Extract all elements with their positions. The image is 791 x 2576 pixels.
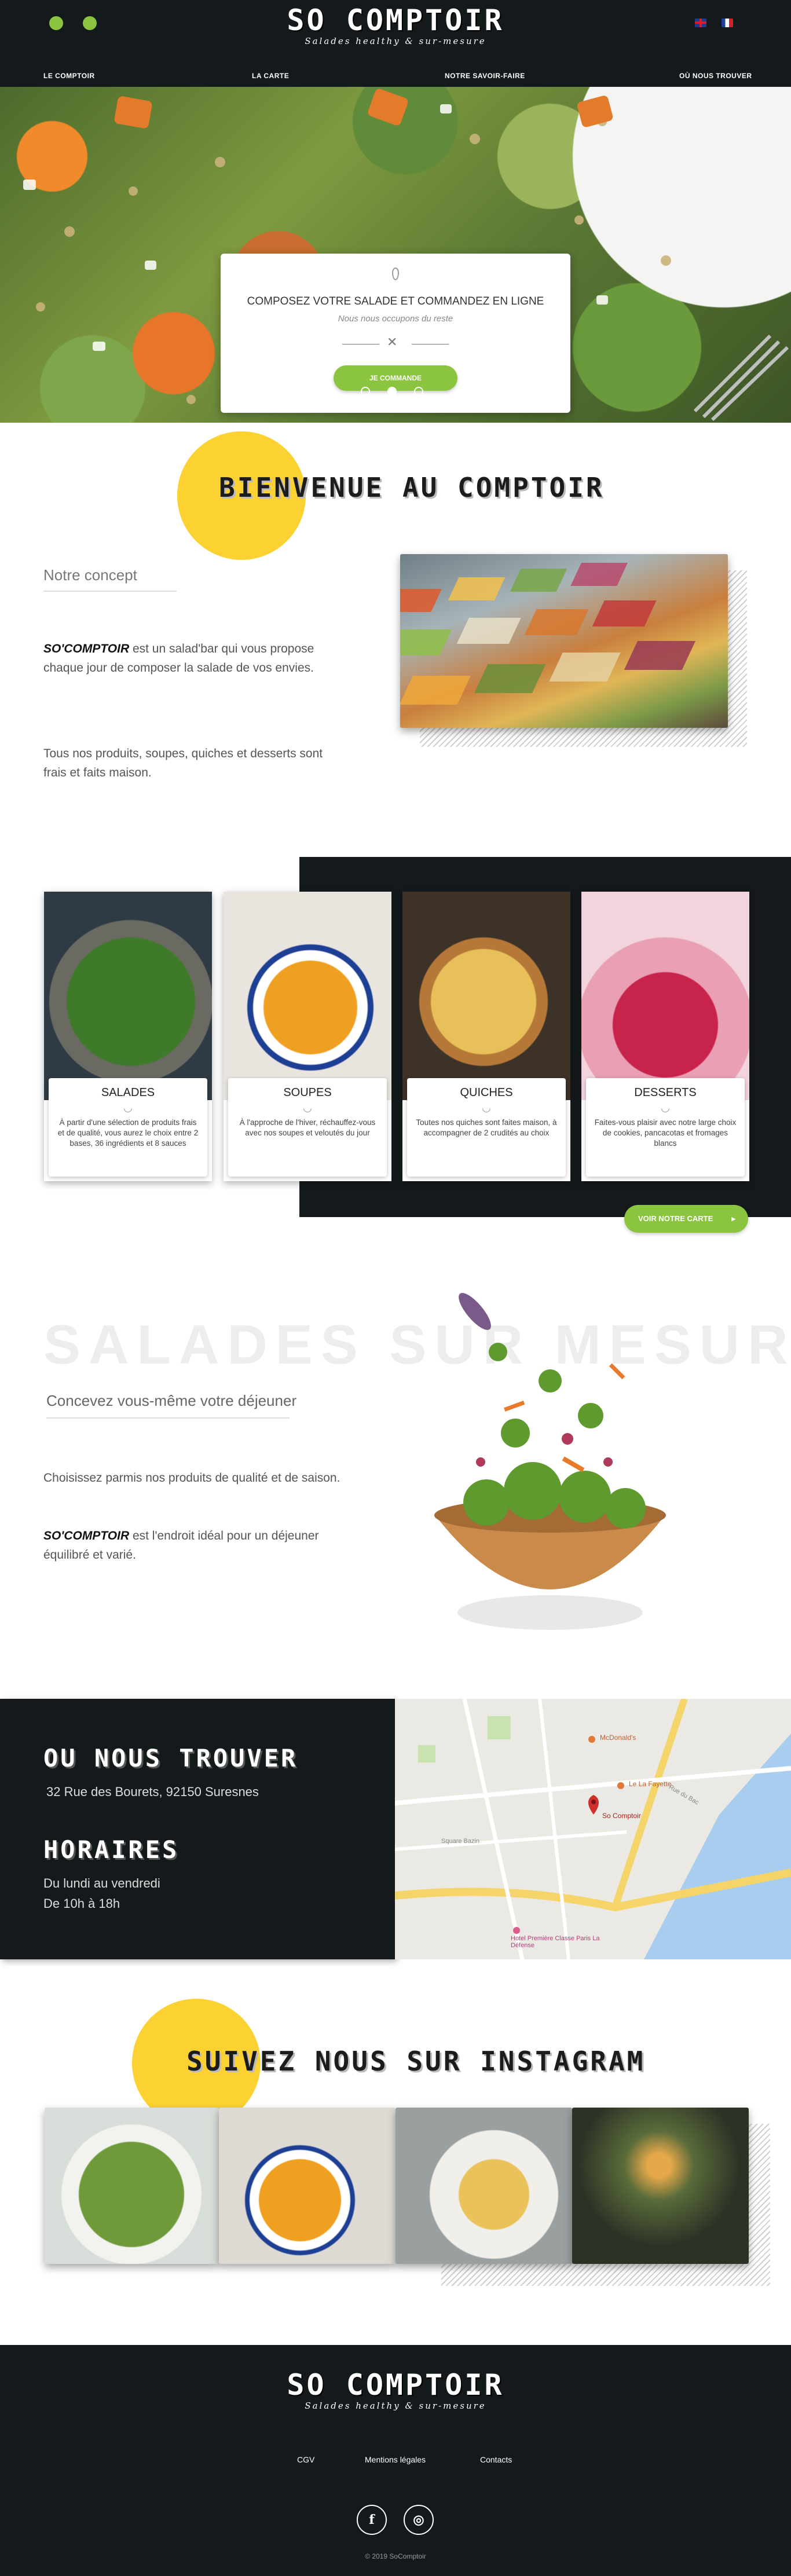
fr-flag-icon[interactable]: [722, 19, 733, 27]
instagram-photo-3[interactable]: [395, 2108, 572, 2264]
main-nav: LE COMPTOIR LA CARTE NOTRE SAVOIR-FAIRE …: [0, 69, 791, 87]
hero-title: COMPOSEZ VOTRE SALADE ET COMMANDEZ EN LI…: [247, 295, 544, 307]
card-box: DESSERTS ◡ Faites-vous plaisir avec notr…: [586, 1078, 745, 1177]
products-paragraph: Tous nos produits, soupes, quiches et de…: [43, 747, 323, 779]
footer-link-cgv[interactable]: CGV: [297, 2455, 314, 2464]
nav-ou-nous-trouver[interactable]: OÙ NOUS TROUVER: [679, 72, 752, 80]
card-title: SALADES: [101, 1086, 155, 1099]
slider-dots: [361, 387, 423, 396]
divider: [342, 344, 379, 345]
underline: [43, 591, 177, 592]
slide-dot[interactable]: [361, 387, 370, 396]
card-title: DESSERTS: [634, 1086, 697, 1099]
custom-paragraph-2: SO'COMPTOIR est l'endroit idéal pour un …: [43, 1526, 345, 1564]
card-text: À l'approche de l'hiver, réchauffez-vous…: [239, 1118, 376, 1137]
slide-dot-active[interactable]: [387, 387, 397, 396]
map-label: Square Bazin: [441, 1838, 480, 1845]
salad-bowl-icon: ◡: [123, 1102, 133, 1113]
brand-name: SO'COMPTOIR: [43, 642, 130, 655]
location-panel: [0, 1699, 395, 1959]
card-text: Faites-vous plaisir avec notre large cho…: [594, 1118, 737, 1148]
menu-card-soupes[interactable]: SOUPES ◡ À l'approche de l'hiver, réchau…: [224, 892, 391, 1181]
footer-link-contacts[interactable]: Contacts: [480, 2455, 512, 2464]
menu-card-quiches[interactable]: QUICHES ◡ Toutes nos quiches sont faites…: [402, 892, 570, 1181]
site-footer: SO COMPTOIR Salades healthy & sur-mesure…: [0, 2345, 791, 2576]
arrow-right-icon: ▸: [731, 1214, 735, 1223]
hours-days: Du lundi au vendredi: [43, 1876, 160, 1890]
footer-link-mentions[interactable]: Mentions légales: [365, 2455, 426, 2464]
instagram-icon[interactable]: ◎: [404, 2505, 434, 2535]
quiche-photo: [402, 892, 570, 1100]
page: SO COMPTOIR Salades healthy & sur-mesure…: [0, 0, 791, 2576]
dessert-photo: [581, 892, 749, 1100]
instagram-photo-4[interactable]: [572, 2108, 749, 2264]
view-menu-button[interactable]: VOIR NOTRE CARTE ▸: [624, 1205, 748, 1233]
card-box: SOUPES ◡ À l'approche de l'hiver, réchau…: [228, 1078, 387, 1177]
address: 32 Rue des Bourets, 92150 Suresnes: [46, 1784, 259, 1799]
hero-banner: COMPOSEZ VOTRE SALADE ET COMMANDEZ EN LI…: [0, 87, 791, 423]
instagram-photo-1[interactable]: [45, 2108, 219, 2264]
logo-tagline: Salades healthy & sur-mesure: [305, 36, 486, 46]
card-title: QUICHES: [460, 1086, 513, 1099]
uk-flag-icon[interactable]: [695, 19, 706, 27]
hero-subtitle: Nous nous occupons du reste: [338, 314, 453, 324]
map-graphic: [395, 1699, 791, 1959]
map-label: Hotel Première Classe Paris La Défense: [511, 1935, 600, 1949]
logo-main: SO COMPTOIR: [287, 3, 504, 37]
card-text: Toutes nos quiches sont faites maison, à…: [416, 1118, 557, 1137]
facebook-icon[interactable]: f: [357, 2505, 387, 2535]
footer-logo[interactable]: SO COMPTOIR Salades healthy & sur-mesure: [0, 2368, 791, 2411]
hours-title: HORAIRES: [43, 1835, 180, 1864]
custom-paragraph-1: Choisissez parmis nos produits de qualit…: [43, 1471, 340, 1485]
map-label: McDonald's: [600, 1734, 636, 1742]
map-marker-label: So Comptoir: [602, 1812, 641, 1820]
menu-card-salades[interactable]: SALADES ◡ À partir d'une sélection de pr…: [44, 892, 212, 1181]
nav-la-carte[interactable]: LA CARTE: [252, 72, 289, 80]
view-menu-label: VOIR NOTRE CARTE: [638, 1214, 713, 1223]
logo[interactable]: SO COMPTOIR Salades healthy & sur-mesure: [0, 3, 791, 46]
salad-bar-image: [400, 563, 696, 705]
nav-le-comptoir[interactable]: LE COMPTOIR: [43, 72, 95, 80]
hours-time: De 10h à 18h: [43, 1896, 120, 1911]
location-pin-icon: [392, 268, 399, 280]
dessert-icon: ◡: [661, 1102, 670, 1113]
concept-title: Notre concept: [43, 566, 137, 584]
card-title: SOUPES: [283, 1086, 332, 1099]
card-text: À partir d'une sélection de produits fra…: [57, 1118, 199, 1148]
logo-tagline: Salades healthy & sur-mesure: [305, 2401, 486, 2411]
underline: [46, 1417, 290, 1419]
soup-photo: [224, 892, 391, 1100]
location-title: OU NOUS TROUVER: [43, 1744, 298, 1772]
copyright: © 2019 SoComptoir: [365, 2552, 426, 2560]
divider: [412, 344, 449, 345]
logo-main: SO COMPTOIR: [287, 2368, 504, 2402]
cutlery-icon: ✕: [387, 335, 398, 349]
salad-photo: [44, 892, 212, 1100]
soup-icon: ◡: [303, 1102, 312, 1113]
instagram-title: SUIVEZ NOUS SUR INSTAGRAM: [186, 2046, 646, 2077]
site-header: SO COMPTOIR Salades healthy & sur-mesure…: [0, 0, 791, 87]
map-label: Le La Fayette: [629, 1780, 672, 1788]
welcome-title: BIENVENUE AU COMPTOIR: [219, 472, 605, 503]
salad-bar-photo: [400, 554, 728, 728]
slide-dot[interactable]: [414, 387, 423, 396]
nav-savoir-faire[interactable]: NOTRE SAVOIR-FAIRE: [445, 72, 525, 80]
custom-subtitle: Concevez vous-même votre déjeuner: [46, 1392, 297, 1409]
concept-paragraph: SO'COMPTOIR est un salad'bar qui vous pr…: [43, 639, 345, 677]
language-switcher: [695, 19, 733, 27]
flying-salad-image: [434, 1293, 666, 1630]
brand-name: SO'COMPTOIR: [43, 1529, 130, 1542]
quiche-icon: ◡: [482, 1102, 491, 1113]
location-map[interactable]: McDonald's Le La Fayette So Comptoir Hot…: [395, 1699, 791, 1959]
card-box: SALADES ◡ À partir d'une sélection de pr…: [49, 1078, 207, 1177]
instagram-photo-2[interactable]: [219, 2108, 395, 2264]
menu-card-desserts[interactable]: DESSERTS ◡ Faites-vous plaisir avec notr…: [581, 892, 749, 1181]
card-box: QUICHES ◡ Toutes nos quiches sont faites…: [407, 1078, 566, 1177]
